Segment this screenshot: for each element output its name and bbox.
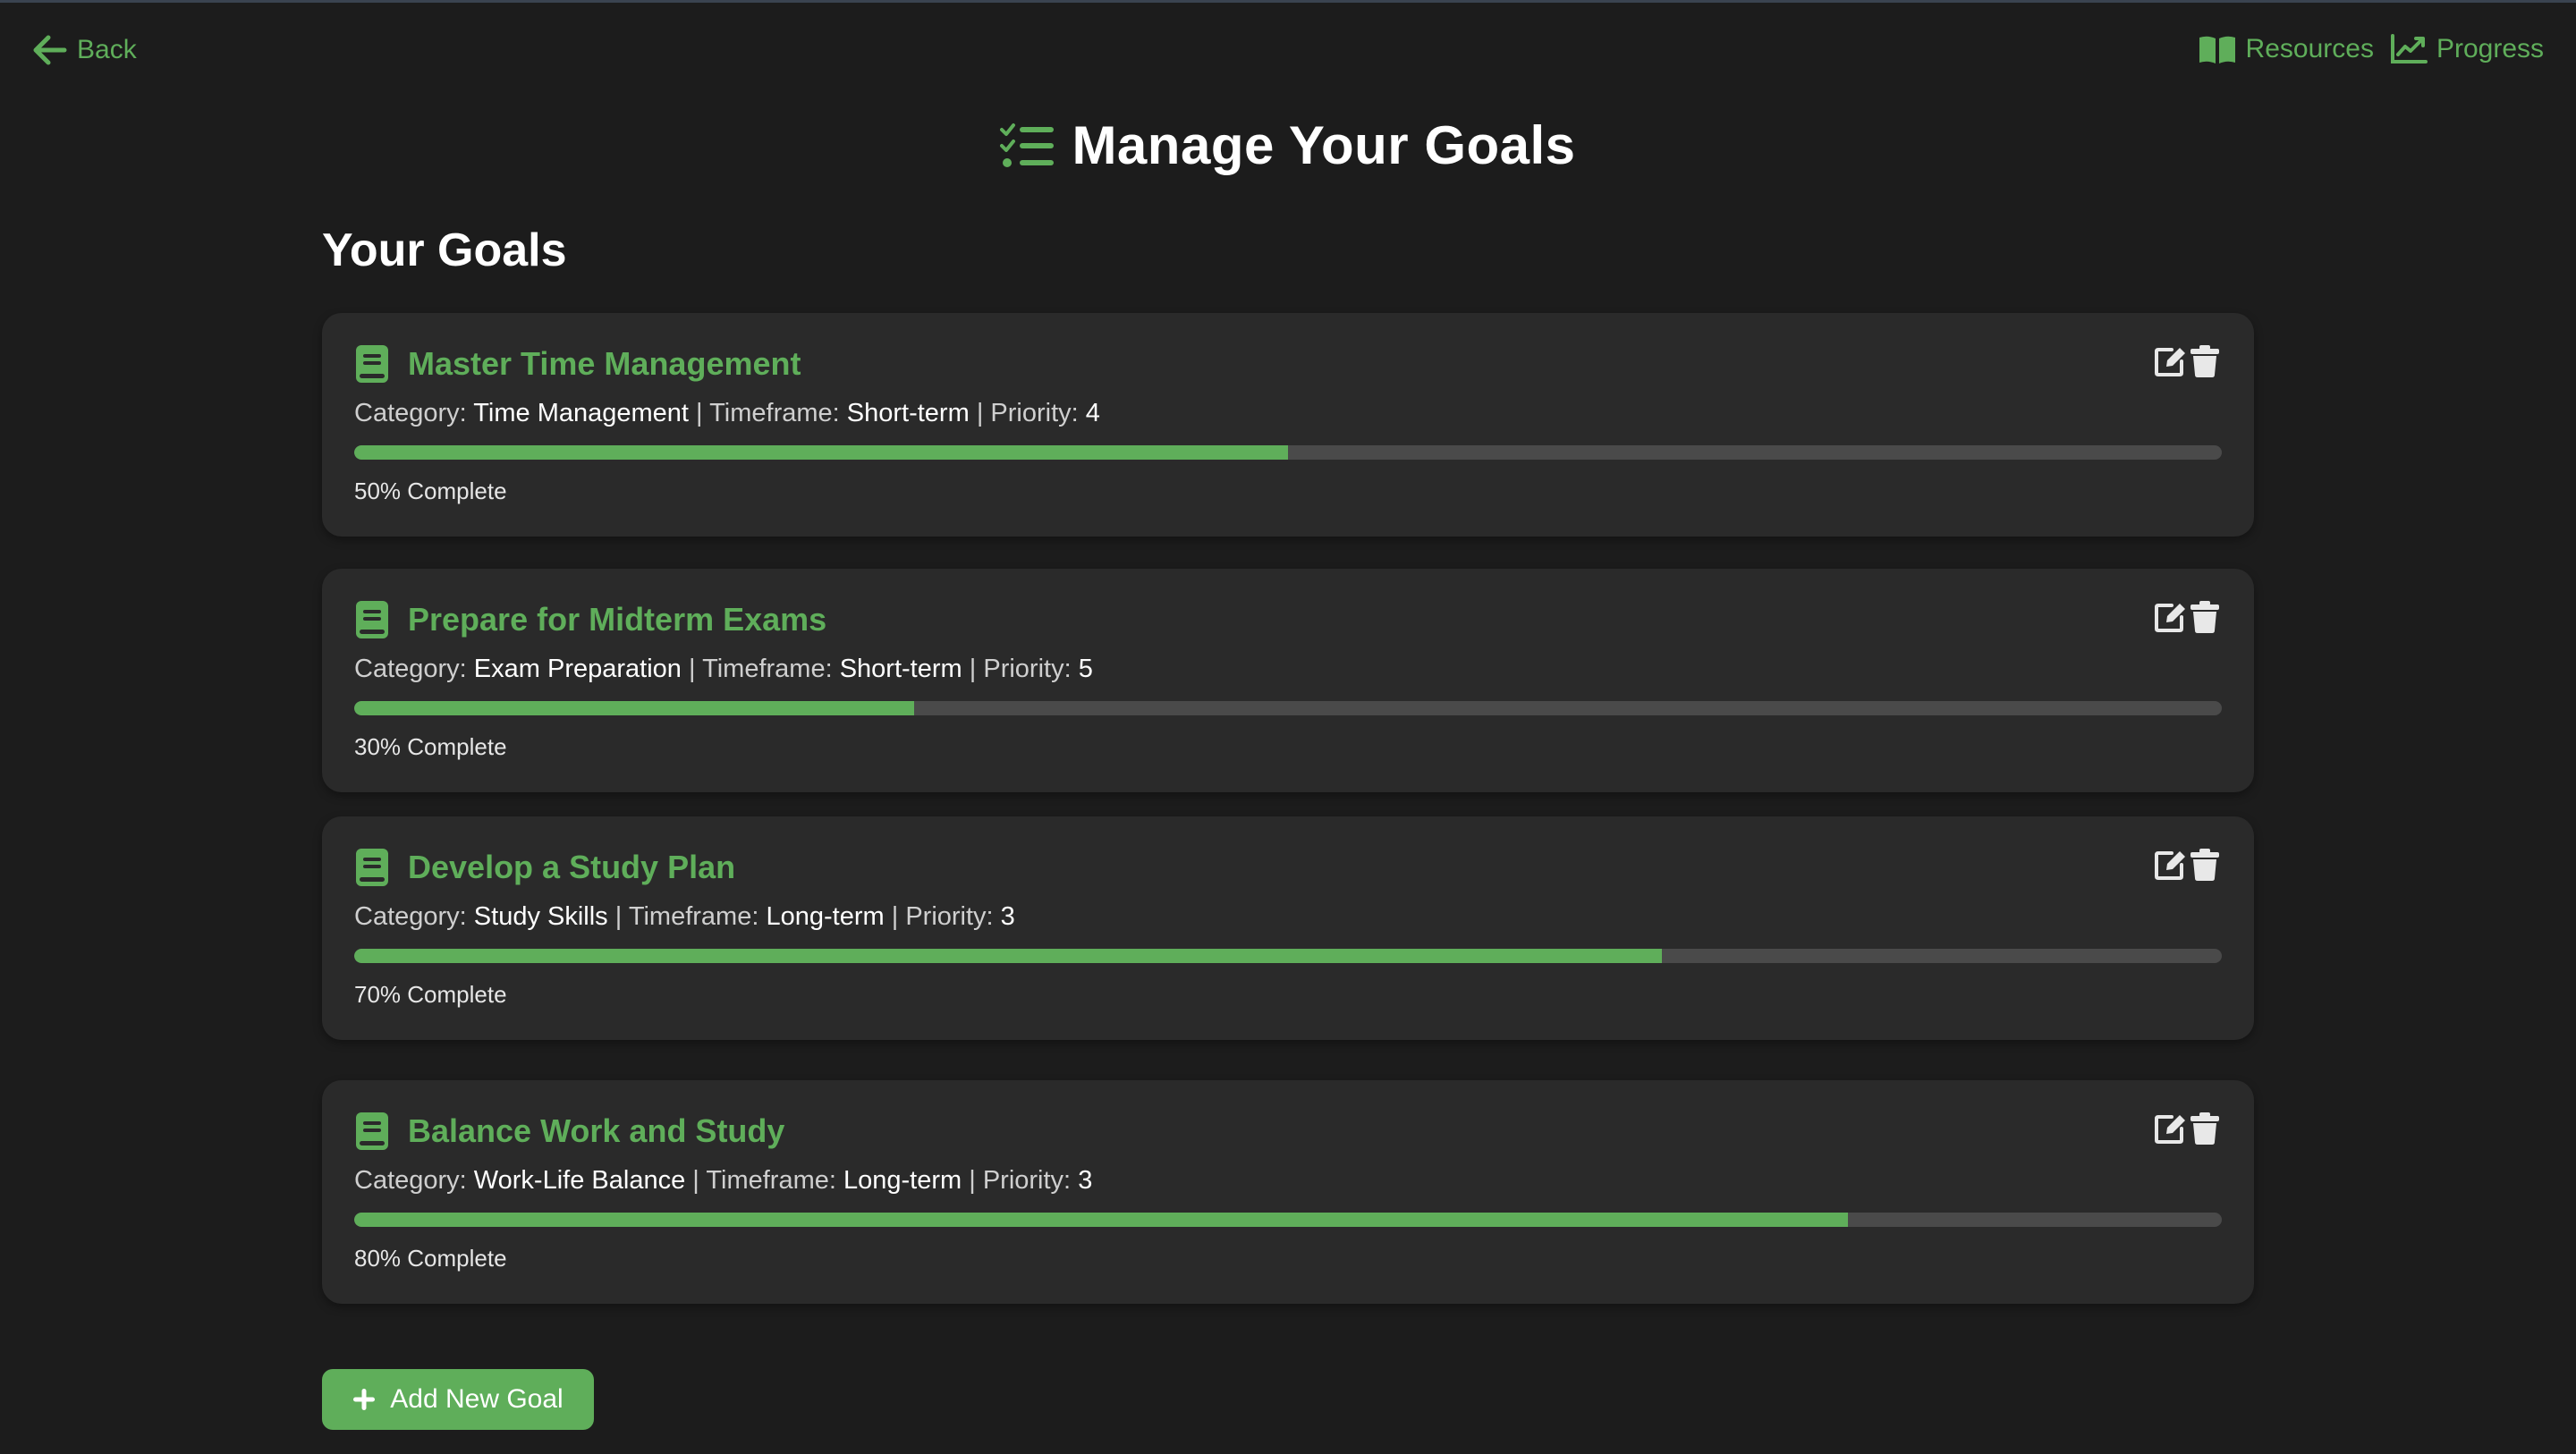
goal-card: Master Time Management Category: Time Ma… <box>322 313 2254 537</box>
goal-meta: Category: Study Skills | Timeframe: Long… <box>354 902 1015 932</box>
page-title: Manage Your Goals <box>1072 115 1576 175</box>
progress-bar <box>354 1213 2222 1227</box>
page-header: Manage Your Goals <box>0 114 2576 176</box>
book-icon <box>354 847 390 888</box>
chart-line-icon <box>2390 34 2428 64</box>
progress-text: 30% Complete <box>354 733 507 760</box>
meta-separator: | <box>891 902 899 931</box>
category-label: Category: <box>354 399 467 427</box>
edit-icon[interactable] <box>2154 601 2186 633</box>
edit-icon[interactable] <box>2154 1112 2186 1145</box>
back-label: Back <box>77 35 137 64</box>
goal-category: Exam Preparation <box>473 655 682 683</box>
goal-timeframe: Long-term <box>843 1166 962 1195</box>
progress-fill <box>354 445 1288 460</box>
edit-icon[interactable] <box>2154 849 2186 881</box>
progress-text: 80% Complete <box>354 1245 507 1272</box>
category-label: Category: <box>354 1166 467 1195</box>
meta-separator: | <box>692 1166 699 1195</box>
meta-separator: | <box>969 655 977 683</box>
meta-separator: | <box>696 399 703 427</box>
goal-card: Balance Work and Study Category: Work-Li… <box>322 1080 2254 1304</box>
priority-label: Priority: <box>983 655 1072 683</box>
goal-title: Prepare for Midterm Exams <box>408 601 827 638</box>
book-icon <box>354 343 390 385</box>
trash-icon[interactable] <box>2190 1112 2220 1145</box>
timeframe-label: Timeframe: <box>702 655 833 683</box>
goal-category: Study Skills <box>473 902 608 931</box>
resources-link[interactable]: Resources <box>2198 34 2374 64</box>
goal-meta: Category: Work-Life Balance | Timeframe:… <box>354 1166 1092 1196</box>
meta-separator: | <box>969 1166 976 1195</box>
add-goal-label: Add New Goal <box>390 1384 564 1414</box>
book-icon <box>354 599 390 640</box>
meta-separator: | <box>976 399 984 427</box>
arrow-left-icon <box>32 34 68 66</box>
goal-priority: 3 <box>1000 902 1015 931</box>
timeframe-label: Timeframe: <box>628 902 759 931</box>
progress-text: 50% Complete <box>354 478 507 504</box>
progress-label: Progress <box>2436 34 2544 63</box>
goal-category: Time Management <box>473 399 689 427</box>
section-title: Your Goals <box>322 224 567 276</box>
goal-title: Develop a Study Plan <box>408 849 736 885</box>
meta-separator: | <box>688 655 696 683</box>
trash-icon[interactable] <box>2190 601 2220 633</box>
goal-priority: 5 <box>1078 655 1093 683</box>
book-open-icon <box>2198 34 2237 64</box>
category-label: Category: <box>354 655 467 683</box>
progress-fill <box>354 701 915 715</box>
goal-meta: Category: Exam Preparation | Timeframe: … <box>354 655 1093 684</box>
goal-timeframe: Short-term <box>839 655 962 683</box>
resources-label: Resources <box>2245 34 2374 63</box>
goal-priority: 3 <box>1078 1166 1093 1195</box>
progress-bar <box>354 949 2222 963</box>
goal-priority: 4 <box>1085 399 1100 427</box>
progress-fill <box>354 1213 1849 1227</box>
progress-fill <box>354 949 1662 963</box>
checklist-icon <box>1000 122 1055 170</box>
edit-icon[interactable] <box>2154 345 2186 377</box>
priority-label: Priority: <box>905 902 994 931</box>
timeframe-label: Timeframe: <box>706 1166 836 1195</box>
goal-meta: Category: Time Management | Timeframe: S… <box>354 399 1100 428</box>
timeframe-label: Timeframe: <box>709 399 840 427</box>
goal-title: Master Time Management <box>408 345 801 382</box>
goal-title: Balance Work and Study <box>408 1112 785 1149</box>
trash-icon[interactable] <box>2190 849 2220 881</box>
trash-icon[interactable] <box>2190 345 2220 377</box>
priority-label: Priority: <box>990 399 1079 427</box>
plus-icon <box>352 1388 376 1411</box>
progress-bar <box>354 445 2222 460</box>
goal-category: Work-Life Balance <box>473 1166 686 1195</box>
priority-label: Priority: <box>982 1166 1072 1195</box>
top-nav: Resources Progress <box>2198 34 2544 64</box>
meta-separator: | <box>614 902 623 931</box>
top-border <box>0 0 2576 3</box>
add-goal-button[interactable]: Add New Goal <box>322 1369 594 1430</box>
goal-card: Develop a Study Plan Category: Study Ski… <box>322 816 2254 1040</box>
goal-timeframe: Long-term <box>766 902 885 931</box>
goal-timeframe: Short-term <box>846 399 970 427</box>
back-link[interactable]: Back <box>32 34 137 66</box>
goal-card: Prepare for Midterm Exams Category: Exam… <box>322 569 2254 792</box>
progress-bar <box>354 701 2222 715</box>
category-label: Category: <box>354 902 467 931</box>
progress-link[interactable]: Progress <box>2390 34 2544 64</box>
book-icon <box>354 1111 390 1152</box>
progress-text: 70% Complete <box>354 981 507 1008</box>
